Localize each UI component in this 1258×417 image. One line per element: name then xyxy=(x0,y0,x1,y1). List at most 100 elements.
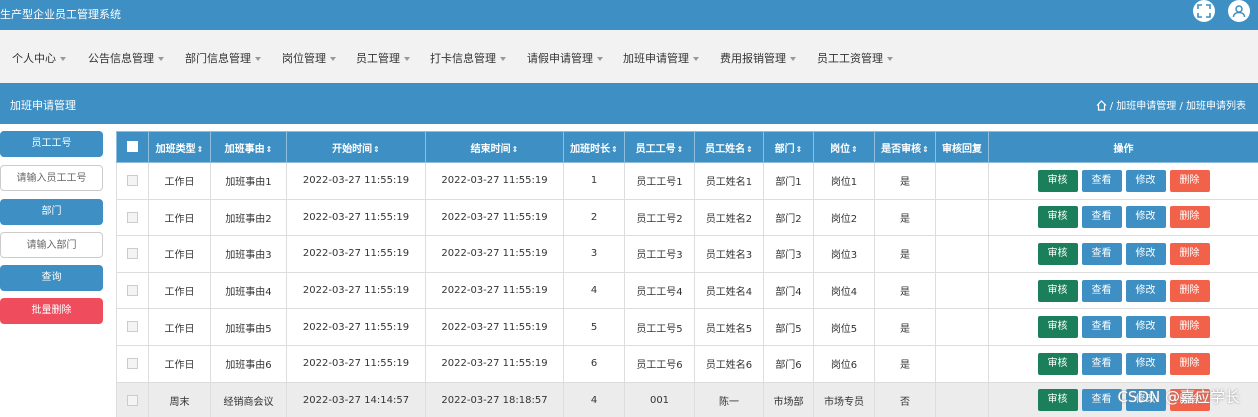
review-button[interactable]: 审核 xyxy=(1037,169,1078,192)
select-all-checkbox[interactable] xyxy=(116,131,149,163)
delete-button[interactable]: 删除 xyxy=(1169,206,1210,229)
view-button[interactable]: 查看 xyxy=(1081,242,1122,265)
cell-overtime-reason: 加班事由2 xyxy=(210,198,287,237)
table-row[interactable]: 工作日 加班事由2 2022-03-27 11:55:19 2022-03-27 11… xyxy=(116,198,1258,237)
cell-reviewed: 是 xyxy=(874,344,936,383)
row-checkbox[interactable] xyxy=(116,381,149,417)
row-checkbox[interactable] xyxy=(116,198,149,237)
edit-button[interactable]: 修改 xyxy=(1125,242,1166,265)
row-checkbox[interactable] xyxy=(116,308,149,346)
dept-input[interactable]: 请输入部门 xyxy=(0,232,103,258)
edit-button[interactable]: 修改 xyxy=(1125,206,1166,229)
cell-review-reply xyxy=(935,308,989,346)
table-row[interactable]: 工作日 加班事由6 2022-03-27 11:55:19 2022-03-27 11… xyxy=(116,344,1258,383)
review-button[interactable]: 审核 xyxy=(1037,279,1078,302)
row-checkbox[interactable] xyxy=(116,344,149,383)
cell-overtime-type: 工作日 xyxy=(148,271,211,310)
breadcrumb-text[interactable]: / 加班申请管理 / 加班申请列表 xyxy=(1110,101,1246,112)
cell-reviewed: 是 xyxy=(874,308,936,346)
cell-overtime-type: 工作日 xyxy=(148,162,211,200)
cell-end-time: 2022-03-27 11:55:19 xyxy=(425,235,564,273)
col-start-time[interactable]: 开始时间 xyxy=(286,131,426,163)
table-row[interactable]: 工作日 加班事由1 2022-03-27 11:55:19 2022-03-27 11… xyxy=(116,162,1258,200)
delete-button[interactable]: 删除 xyxy=(1169,169,1210,192)
view-button[interactable]: 查看 xyxy=(1081,316,1122,339)
view-button[interactable]: 查看 xyxy=(1081,279,1122,302)
view-button[interactable]: 查看 xyxy=(1081,389,1122,412)
review-button[interactable]: 审核 xyxy=(1037,242,1078,265)
delete-button[interactable]: 删除 xyxy=(1169,242,1210,265)
col-overtime-reason[interactable]: 加班事由 xyxy=(210,131,287,163)
cell-overtime-reason: 加班事由4 xyxy=(210,271,287,310)
nav-personal-center[interactable]: 个人中心 xyxy=(12,50,66,66)
delete-button[interactable]: 删除 xyxy=(1169,279,1210,302)
nav-employee-management[interactable]: 员工管理 xyxy=(356,50,410,66)
col-emp-name[interactable]: 员工姓名 xyxy=(694,131,764,163)
cell-emp-name: 员工姓名2 xyxy=(694,198,764,237)
cell-department: 市场部 xyxy=(763,381,814,417)
col-end-time[interactable]: 结束时间 xyxy=(425,131,564,163)
col-emp-no[interactable]: 员工工号 xyxy=(624,131,695,163)
col-reviewed[interactable]: 是否审核 xyxy=(874,131,936,163)
table-row[interactable]: 工作日 加班事由3 2022-03-27 11:55:19 2022-03-27 11… xyxy=(116,235,1258,273)
batch-delete-button[interactable]: 批量删除 xyxy=(0,298,103,324)
chevron-down-icon xyxy=(597,57,603,61)
cell-end-time: 2022-03-27 11:55:19 xyxy=(425,198,564,237)
review-button[interactable]: 审核 xyxy=(1037,316,1078,339)
cell-start-time: 2022-03-27 11:55:19 xyxy=(286,198,426,237)
nav-expense-management[interactable]: 费用报销管理 xyxy=(720,50,796,66)
cell-position: 岗位6 xyxy=(813,344,875,383)
user-avatar-icon[interactable] xyxy=(1228,0,1250,22)
nav-overtime-management[interactable]: 加班申请管理 xyxy=(623,50,699,66)
cell-duration: 1 xyxy=(563,162,625,200)
nav-notice-management[interactable]: 公告信息管理 xyxy=(88,50,164,66)
view-button[interactable]: 查看 xyxy=(1081,169,1122,192)
search-button[interactable]: 查询 xyxy=(0,265,103,291)
cell-department: 部门5 xyxy=(763,308,814,346)
cell-department: 部门3 xyxy=(763,235,814,273)
row-actions: 审核 查看 修改 删除 xyxy=(988,162,1258,200)
cell-emp-no: 员工工号5 xyxy=(624,308,695,346)
col-position[interactable]: 岗位 xyxy=(813,131,875,163)
table-row[interactable]: 工作日 加班事由4 2022-03-27 11:55:19 2022-03-27 11… xyxy=(116,271,1258,310)
review-button[interactable]: 审核 xyxy=(1037,352,1078,375)
edit-button[interactable]: 修改 xyxy=(1125,352,1166,375)
cell-reviewed: 否 xyxy=(874,381,936,417)
cell-position: 岗位3 xyxy=(813,235,875,273)
nav-department-management[interactable]: 部门信息管理 xyxy=(185,50,261,66)
col-overtime-type[interactable]: 加班类型 xyxy=(148,131,211,163)
row-actions: 审核 查看 修改 删除 xyxy=(988,308,1258,346)
nav-leave-management[interactable]: 请假申请管理 xyxy=(527,50,603,66)
cell-emp-name: 员工姓名1 xyxy=(694,162,764,200)
col-department[interactable]: 部门 xyxy=(763,131,814,163)
table-row[interactable]: 周末 经销商会议 2022-03-27 14:14:57 2022-03-27 18:… xyxy=(116,381,1258,417)
row-checkbox[interactable] xyxy=(116,235,149,273)
fullscreen-icon[interactable] xyxy=(1193,0,1215,22)
edit-button[interactable]: 修改 xyxy=(1125,279,1166,302)
cell-department: 部门4 xyxy=(763,271,814,310)
col-duration[interactable]: 加班时长 xyxy=(563,131,625,163)
cell-overtime-type: 工作日 xyxy=(148,308,211,346)
review-button[interactable]: 审核 xyxy=(1037,389,1078,412)
review-button[interactable]: 审核 xyxy=(1037,206,1078,229)
nav-position-management[interactable]: 岗位管理 xyxy=(282,50,336,66)
nav-salary-management[interactable]: 员工工资管理 xyxy=(817,50,893,66)
home-icon[interactable] xyxy=(1096,100,1107,111)
emp-no-input[interactable]: 请输入员工工号 xyxy=(0,165,103,191)
delete-button[interactable]: 删除 xyxy=(1169,352,1210,375)
edit-button[interactable]: 修改 xyxy=(1125,169,1166,192)
delete-button[interactable]: 删除 xyxy=(1169,316,1210,339)
row-checkbox[interactable] xyxy=(116,271,149,310)
edit-button[interactable]: 修改 xyxy=(1125,316,1166,339)
cell-emp-no: 员工工号4 xyxy=(624,271,695,310)
cell-duration: 5 xyxy=(563,308,625,346)
nav-clockin-management[interactable]: 打卡信息管理 xyxy=(430,50,506,66)
row-actions: 审核 查看 修改 删除 xyxy=(988,235,1258,273)
table-row[interactable]: 工作日 加班事由5 2022-03-27 11:55:19 2022-03-27 11… xyxy=(116,308,1258,346)
view-button[interactable]: 查看 xyxy=(1081,206,1122,229)
view-button[interactable]: 查看 xyxy=(1081,352,1122,375)
row-checkbox[interactable] xyxy=(116,162,149,200)
cell-reviewed: 是 xyxy=(874,235,936,273)
cell-end-time: 2022-03-27 18:18:57 xyxy=(425,381,564,417)
page-title: 加班申请管理 xyxy=(10,99,76,112)
